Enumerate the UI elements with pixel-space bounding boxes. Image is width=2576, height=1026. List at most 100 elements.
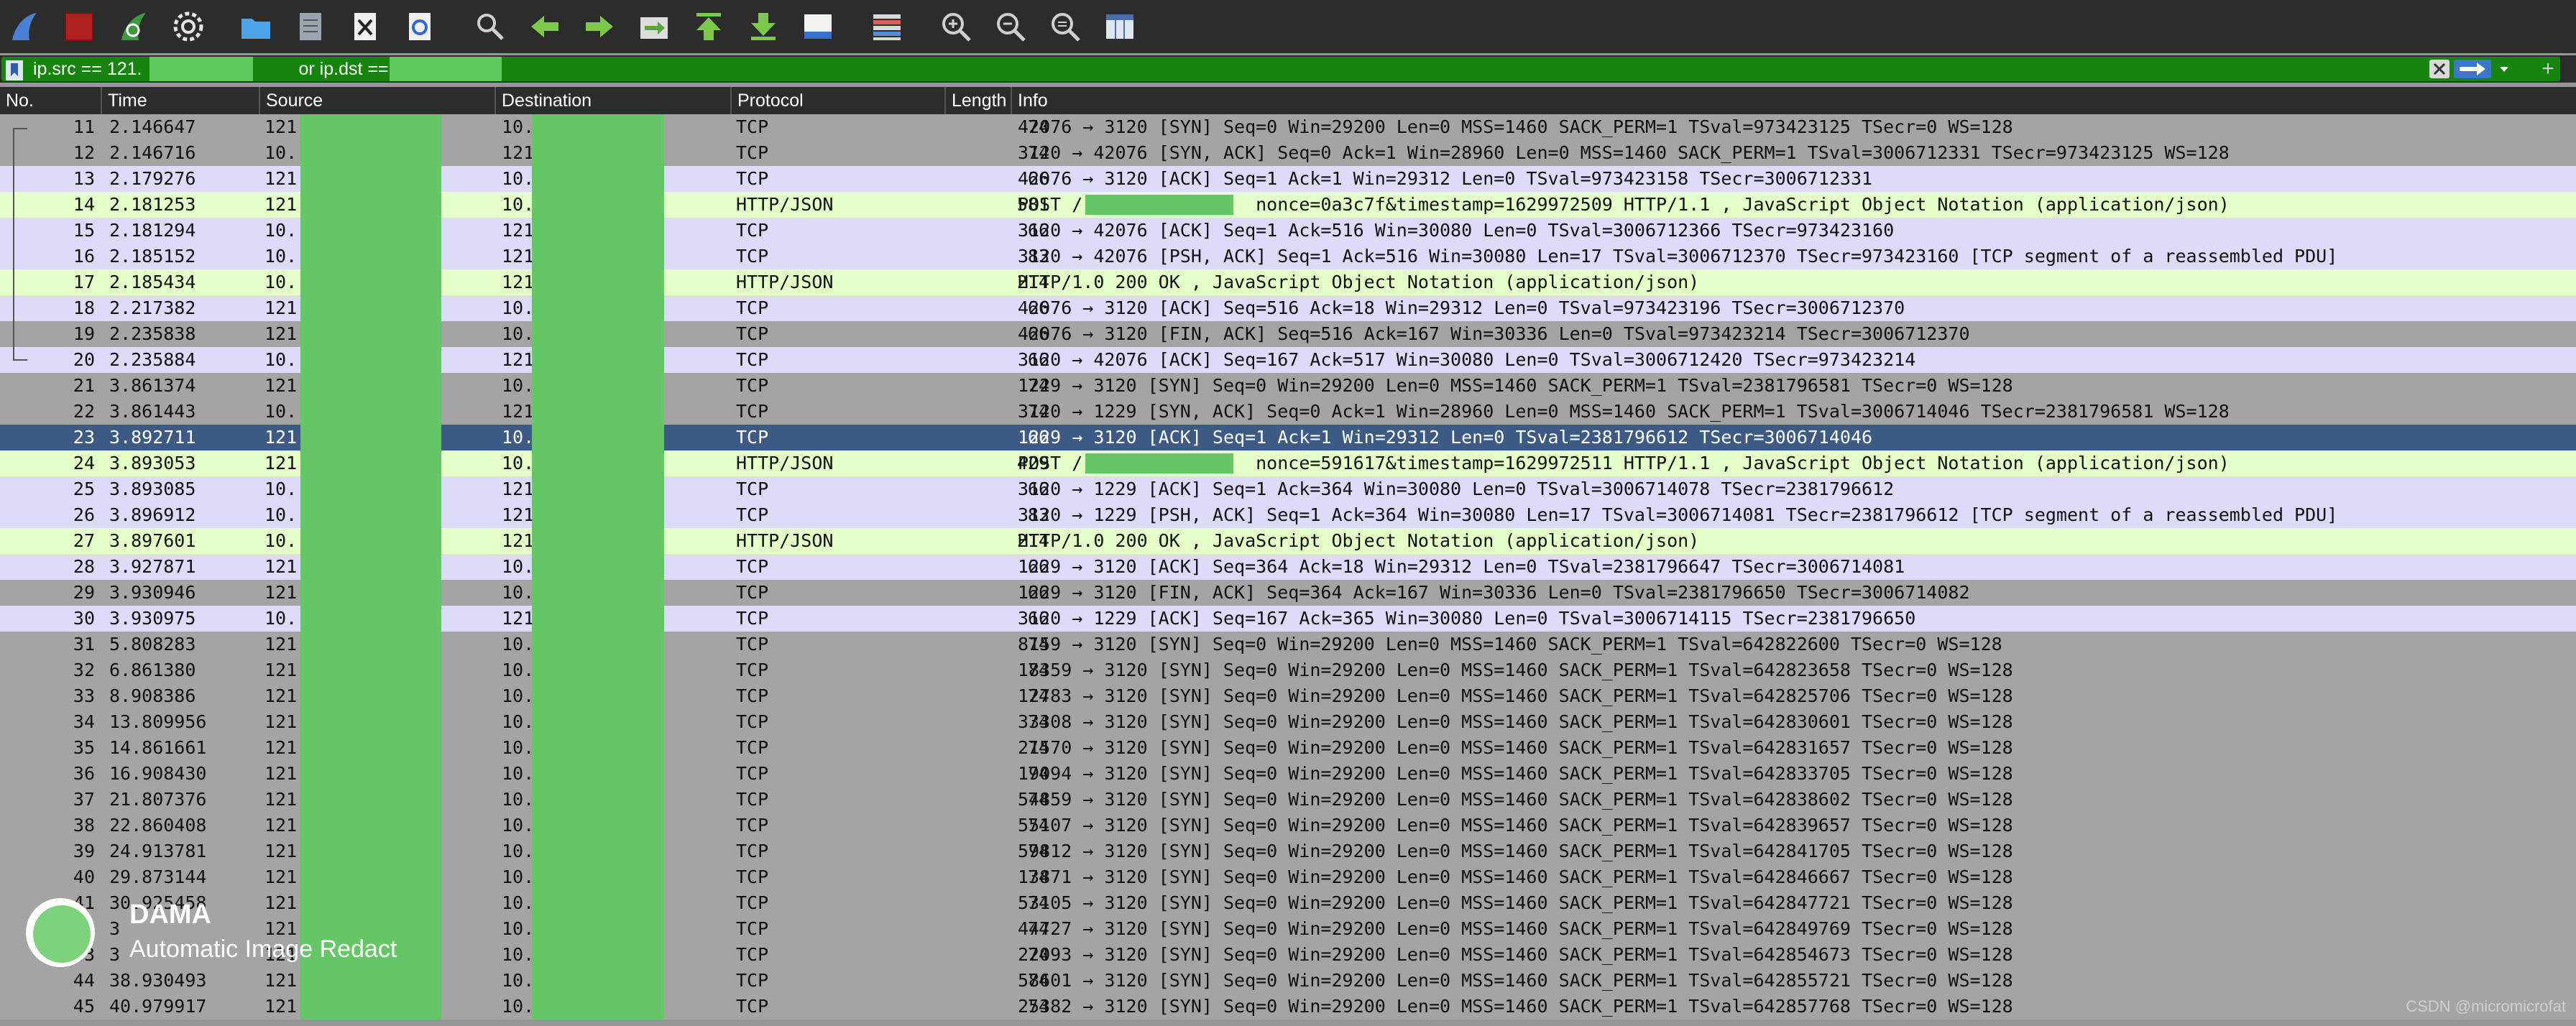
packet-info: 25382 → 3120 [SYN] Seq=0 Win=29200 Len=0…	[1018, 996, 2013, 1017]
packet-protocol: TCP	[736, 323, 769, 344]
packet-time: 2.146716	[109, 142, 196, 163]
zoom-out-icon[interactable]	[989, 6, 1032, 47]
packet-number: 21	[73, 375, 95, 396]
zoom-normal-icon[interactable]	[1044, 6, 1087, 47]
add-filter-button[interactable]: +	[2530, 55, 2566, 83]
packet-info: 58601 → 3120 [SYN] Seq=0 Win=29200 Len=0…	[1018, 970, 2013, 991]
go-last-icon[interactable]	[742, 6, 785, 47]
packet-source: 121	[264, 685, 298, 706]
packet-protocol: TCP	[736, 375, 769, 396]
redaction-block-uri	[1085, 195, 1233, 215]
packet-number: 30	[73, 608, 95, 629]
redaction-block	[390, 57, 502, 81]
packet-destination: 121	[502, 220, 535, 241]
packet-protocol: TCP	[736, 504, 769, 525]
reload-icon[interactable]	[398, 6, 441, 47]
packet-number: 31	[73, 634, 95, 655]
column-header-source[interactable]: Source	[259, 87, 494, 114]
packet-source: 121	[264, 841, 298, 861]
colorize-icon[interactable]	[865, 6, 908, 47]
packet-source: 121	[264, 737, 298, 758]
gear-icon[interactable]	[167, 6, 210, 47]
arrow-right-icon[interactable]	[578, 6, 621, 47]
column-header-length[interactable]: Length	[944, 87, 1011, 114]
conversation-bracket	[13, 128, 27, 361]
column-header-destination[interactable]: Destination	[494, 87, 730, 114]
column-header-time[interactable]: Time	[101, 87, 259, 114]
packet-info: HTTP/1.0 200 OK , JavaScript Object Nota…	[1018, 530, 1700, 551]
close-file-icon[interactable]	[344, 6, 387, 47]
packet-destination: 10.	[502, 634, 535, 655]
packet-protocol: TCP	[736, 427, 769, 448]
go-first-icon[interactable]	[687, 6, 730, 47]
packet-number: 29	[73, 582, 95, 603]
packet-protocol: TCP	[736, 608, 769, 629]
display-filter-bar: ip.src == 121. or ip.dst == 121 +	[0, 55, 2576, 83]
packet-destination: 10.	[502, 737, 535, 758]
packet-time: 14.861661	[109, 737, 207, 758]
packet-protocol: TCP	[736, 918, 769, 939]
packet-source: 121	[264, 427, 298, 448]
packet-destination: 121	[502, 479, 535, 499]
go-to-packet-icon[interactable]	[632, 6, 676, 47]
packet-time: 2.181294	[109, 220, 196, 241]
column-header-info[interactable]: Info	[1011, 87, 2576, 114]
packet-protocol: TCP	[736, 660, 769, 680]
packet-protocol: TCP	[736, 789, 769, 810]
packet-time: 3.892711	[109, 427, 196, 448]
open-folder-icon[interactable]	[234, 6, 277, 47]
packet-number: 26	[73, 504, 95, 525]
chevron-down-icon[interactable]	[2494, 60, 2514, 78]
packet-info: 59812 → 3120 [SYN] Seq=0 Win=29200 Len=0…	[1018, 841, 2013, 861]
packet-info: 22093 → 3120 [SYN] Seq=0 Win=29200 Len=0…	[1018, 944, 2013, 965]
packet-info: 44727 → 3120 [SYN] Seq=0 Win=29200 Len=0…	[1018, 918, 2013, 939]
packet-number: 24	[73, 453, 95, 473]
packet-destination: 10.	[502, 168, 535, 189]
packet-time: 22.860408	[109, 815, 207, 836]
packet-info: 53105 → 3120 [SYN] Seq=0 Win=29200 Len=0…	[1018, 892, 2013, 913]
column-header-protocol[interactable]: Protocol	[730, 87, 944, 114]
resize-columns-icon[interactable]	[1098, 6, 1141, 47]
stop-square-icon[interactable]	[58, 6, 101, 47]
packet-time: 2.185434	[109, 272, 196, 292]
packet-source: 10.	[264, 220, 298, 241]
packet-time: 3.861374	[109, 375, 196, 396]
packet-info: 33308 → 3120 [SYN] Seq=0 Win=29200 Len=0…	[1018, 711, 2013, 732]
packet-destination: 10.	[502, 194, 535, 215]
restart-fin-icon[interactable]	[112, 6, 155, 47]
packet-number: 27	[73, 530, 95, 551]
packet-info: 3120 → 1229 [ACK] Seq=167 Ack=365 Win=30…	[1018, 608, 1916, 629]
packet-source: 121	[264, 323, 298, 344]
packet-number: 22	[73, 401, 95, 422]
filter-bookmark-icon[interactable]	[6, 60, 23, 80]
packet-number: 36	[73, 763, 95, 784]
file-icon[interactable]	[289, 6, 332, 47]
packet-time: 3.893085	[109, 479, 196, 499]
packet-time: 3.897601	[109, 530, 196, 551]
apply-filter-icon[interactable]	[2454, 60, 2491, 78]
packet-info: 1229 → 3120 [SYN] Seq=0 Win=29200 Len=0 …	[1018, 375, 2013, 396]
packet-source: 121	[264, 453, 298, 473]
clear-filter-icon[interactable]	[2429, 60, 2450, 78]
packet-info: 3120 → 42076 [ACK] Seq=1 Ack=516 Win=300…	[1018, 220, 1895, 241]
packet-destination: 121	[502, 504, 535, 525]
shark-fin-start-icon[interactable]	[3, 6, 46, 47]
packet-number: 35	[73, 737, 95, 758]
arrow-left-icon[interactable]	[523, 6, 566, 47]
packet-time: 2.235838	[109, 323, 196, 344]
packet-destination: 121	[502, 401, 535, 422]
packet-source: 121	[264, 866, 298, 887]
packet-info: 13871 → 3120 [SYN] Seq=0 Win=29200 Len=0…	[1018, 866, 2013, 887]
packet-destination: 121	[502, 608, 535, 629]
packet-protocol: TCP	[736, 349, 769, 370]
packet-protocol: TCP	[736, 582, 769, 603]
packet-info: 8159 → 3120 [SYN] Seq=0 Win=29200 Len=0 …	[1018, 634, 2002, 655]
column-header-no[interactable]: No.	[0, 87, 101, 114]
zoom-in-icon[interactable]	[934, 6, 978, 47]
autoscroll-icon[interactable]	[796, 6, 840, 47]
packet-time: 21.807376	[109, 789, 207, 810]
packet-destination: 10.	[502, 323, 535, 344]
redaction-block	[150, 57, 253, 81]
display-filter-input[interactable]: ip.src == 121. or ip.dst == 121	[1, 57, 2560, 81]
search-icon[interactable]	[469, 6, 512, 47]
